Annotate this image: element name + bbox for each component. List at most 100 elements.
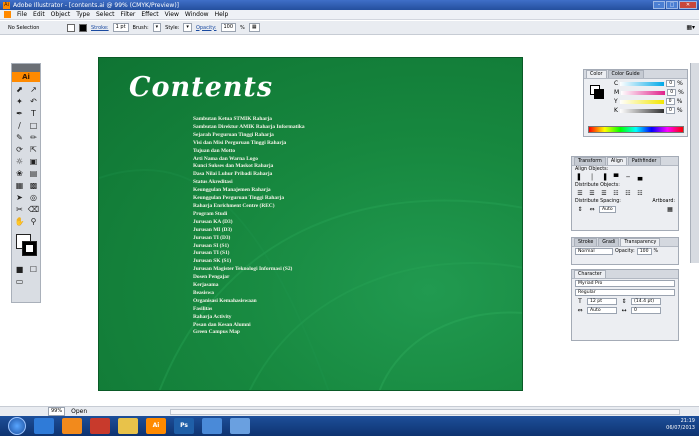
tools-panel-header[interactable] [12, 64, 40, 72]
tab-color-guide[interactable]: Color Guide [607, 70, 644, 78]
close-button[interactable]: ✕ [679, 1, 697, 9]
color-mode-icon[interactable]: ■ [13, 264, 26, 275]
brush-dropdown[interactable]: ▾ [152, 23, 162, 32]
pen-tool-icon[interactable]: ✒ [13, 108, 26, 119]
channel-value-input[interactable]: 0 [667, 89, 677, 96]
opacity-label[interactable]: Opacity: [196, 25, 217, 31]
lasso-tool-icon[interactable]: ↶ [27, 96, 40, 107]
taskbar-app-button[interactable] [118, 418, 138, 434]
font-size-input[interactable]: 12 pt [587, 298, 617, 305]
rectangle-tool-icon[interactable]: □ [27, 120, 40, 131]
blend-mode-dropdown[interactable]: Normal [575, 248, 613, 255]
document-status[interactable]: Open [71, 408, 87, 415]
menu-object[interactable]: Object [51, 11, 71, 18]
rotate-tool-icon[interactable]: ⟳ [13, 144, 26, 155]
spacing-input[interactable]: Auto [599, 206, 616, 213]
distribute-bottom-icon[interactable]: ☰ [599, 190, 609, 197]
ai-menu-icon[interactable] [4, 11, 11, 18]
selection-tool-icon[interactable]: ⬈ [13, 84, 26, 95]
paintbrush-tool-icon[interactable]: ✎ [13, 132, 26, 143]
distribute-center-v-icon[interactable]: ☰ [587, 190, 597, 197]
kerning-input[interactable]: Auto [587, 307, 617, 314]
stroke-swatch[interactable] [79, 23, 87, 32]
transparency-opacity-input[interactable]: 100 [636, 248, 652, 255]
align-to-artboard-icon[interactable]: ▦ [665, 206, 675, 213]
menu-view[interactable]: View [165, 11, 179, 18]
channel-value-input[interactable]: 0 [665, 107, 675, 114]
line-tool-icon[interactable]: ∕ [13, 120, 26, 131]
tab-transparency[interactable]: Transparency [620, 238, 661, 246]
horizontal-scrollbar[interactable] [170, 409, 680, 415]
stroke-color-box[interactable] [22, 241, 37, 256]
taskbar-app-button[interactable]: Ps [174, 418, 194, 434]
align-center-v-icon[interactable]: ─ [623, 174, 633, 181]
color-stroke-swatch[interactable] [594, 89, 604, 99]
color-spectrum[interactable] [588, 126, 684, 133]
zoom-dropdown[interactable]: 99% [48, 407, 66, 416]
distribute-center-h-icon[interactable]: ☷ [623, 190, 633, 197]
channel-slider[interactable] [620, 81, 665, 86]
channel-slider[interactable] [619, 99, 664, 104]
warp-tool-icon[interactable]: ☼ [13, 156, 26, 167]
pencil-tool-icon[interactable]: ✏ [27, 132, 40, 143]
magic-wand-tool-icon[interactable]: ✦ [13, 96, 26, 107]
mesh-tool-icon[interactable]: ▦ [13, 180, 26, 191]
taskbar-app-button[interactable]: Ai [146, 418, 166, 434]
style-dropdown[interactable]: ▾ [183, 23, 192, 32]
maximize-button[interactable]: □ [666, 1, 678, 9]
eraser-tool-icon[interactable]: ⌫ [27, 204, 40, 215]
slice-tool-icon[interactable]: ✂ [13, 204, 26, 215]
zoom-tool-icon[interactable]: ⚲ [27, 216, 40, 227]
opacity-input[interactable]: 100 [220, 23, 237, 32]
minimize-button[interactable]: – [653, 1, 665, 9]
tab-stroke[interactable]: Stroke [574, 238, 598, 246]
taskbar-app-button[interactable] [62, 418, 82, 434]
channel-slider[interactable] [619, 108, 664, 113]
none-mode-icon[interactable]: ☐ [27, 264, 40, 275]
stroke-label[interactable]: Stroke: [91, 25, 109, 31]
menu-filter[interactable]: Filter [121, 11, 136, 18]
tab-gradient[interactable]: Gradi [598, 238, 620, 246]
menu-select[interactable]: Select [96, 11, 115, 18]
align-left-icon[interactable]: ▌ [575, 174, 585, 181]
spacing-horizontal-icon[interactable]: ⇔ [587, 206, 597, 213]
tab-align[interactable]: Align [606, 157, 627, 165]
taskbar-app-button[interactable] [230, 418, 250, 434]
collapsed-panel-dock[interactable] [690, 63, 699, 263]
hand-tool-icon[interactable]: ✋ [13, 216, 26, 227]
free-transform-tool-icon[interactable]: ▣ [27, 156, 40, 167]
leading-input[interactable]: (14.4 pt) [631, 298, 661, 305]
workspace-icon[interactable]: ▦▾ [686, 24, 695, 31]
distribute-right-icon[interactable]: ☷ [635, 190, 645, 197]
column-graph-tool-icon[interactable]: ▤ [27, 168, 40, 179]
eyedropper-tool-icon[interactable]: ➤ [13, 192, 26, 203]
tab-pathfinder[interactable]: Pathfinder [627, 157, 661, 165]
menu-effect[interactable]: Effect [141, 11, 158, 18]
menu-file[interactable]: File [17, 11, 27, 18]
blend-tool-icon[interactable]: ◎ [27, 192, 40, 203]
tab-color[interactable]: Color [586, 70, 607, 78]
recolor-button[interactable]: ▦ [248, 23, 260, 32]
scale-tool-icon[interactable]: ⇱ [27, 144, 40, 155]
stroke-weight-input[interactable]: 1 pt [112, 23, 129, 32]
taskbar-app-button[interactable] [34, 418, 54, 434]
distribute-left-icon[interactable]: ☷ [611, 190, 621, 197]
fill-stroke-widget[interactable] [12, 232, 40, 262]
taskbar-app-button[interactable] [202, 418, 222, 434]
menu-help[interactable]: Help [215, 11, 229, 18]
spacing-vertical-icon[interactable]: ⇕ [575, 206, 585, 213]
menu-window[interactable]: Window [185, 11, 209, 18]
channel-value-input[interactable]: 0 [665, 98, 675, 105]
artboard[interactable]: Contents Sambutan Ketua STMIK Raharja Sam… [98, 57, 523, 391]
type-tool-icon[interactable]: T [27, 108, 40, 119]
screen-mode-icon[interactable]: ▭ [13, 276, 26, 287]
tab-character[interactable]: Character [574, 270, 606, 278]
align-bottom-icon[interactable]: ▄ [635, 174, 645, 181]
start-button[interactable] [8, 417, 26, 435]
fill-swatch[interactable] [67, 23, 75, 32]
taskbar-app-button[interactable] [90, 418, 110, 434]
direct-selection-tool-icon[interactable]: ↗ [27, 84, 40, 95]
channel-value-input[interactable]: 0 [666, 80, 676, 87]
channel-slider[interactable] [621, 90, 666, 95]
font-family-dropdown[interactable]: Myriad Pro [575, 280, 675, 287]
